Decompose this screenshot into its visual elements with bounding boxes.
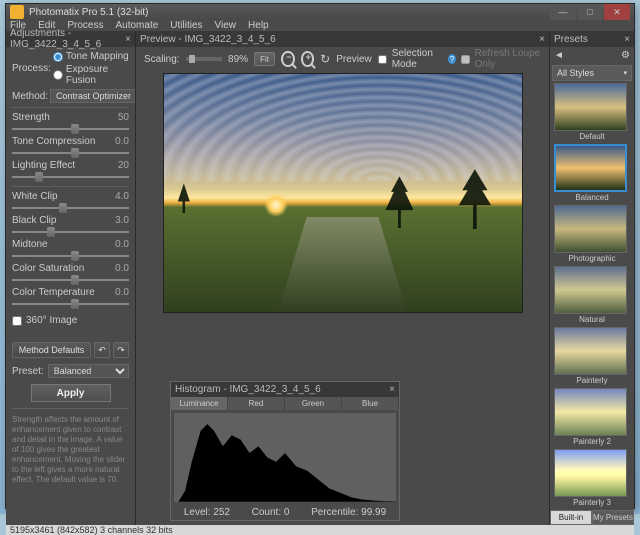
slider-color-temperature: Color Temperature0.0 bbox=[12, 287, 129, 309]
preview-title: Preview - IMG_3422_3_4_5_6 bbox=[140, 34, 276, 45]
preset-balanced[interactable]: Balanced bbox=[554, 144, 630, 202]
slider-black-clip: Black Clip3.0 bbox=[12, 215, 129, 237]
histogram-tab-green[interactable]: Green bbox=[285, 397, 342, 411]
maximize-button[interactable]: □ bbox=[577, 4, 603, 20]
status-bar: 5195x3461 (842x582) 3 channels 32 bits bbox=[6, 525, 634, 535]
close-icon[interactable]: × bbox=[539, 34, 545, 45]
app-icon bbox=[10, 5, 24, 19]
scaling-label: Scaling: bbox=[144, 54, 180, 65]
menu-help[interactable]: Help bbox=[248, 20, 269, 31]
method-defaults-button[interactable]: Method Defaults bbox=[12, 342, 91, 358]
image360-checkbox[interactable] bbox=[12, 316, 22, 326]
selection-mode-checkbox[interactable] bbox=[378, 55, 387, 64]
slider-track[interactable] bbox=[12, 148, 129, 158]
preset-photographic[interactable]: Photographic bbox=[554, 205, 630, 263]
main-window: Photomatix Pro 5.1 (32-bit) — □ ✕ FileEd… bbox=[5, 3, 635, 509]
slider-track[interactable] bbox=[12, 275, 129, 285]
histogram-panel: Histogram - IMG_3422_3_4_5_6 × Luminance… bbox=[170, 381, 400, 521]
preset-select[interactable]: Balanced bbox=[48, 364, 129, 378]
app-title: Photomatix Pro 5.1 (32-bit) bbox=[29, 7, 149, 18]
preset-category-select[interactable]: All Styles bbox=[552, 65, 632, 81]
help-text: Strength affects the amount of enhanceme… bbox=[12, 415, 129, 485]
slider-track[interactable] bbox=[12, 227, 129, 237]
slider-track[interactable] bbox=[12, 299, 129, 309]
title-bar[interactable]: Photomatix Pro 5.1 (32-bit) — □ ✕ bbox=[6, 4, 634, 20]
histogram-level: Level: 252 bbox=[184, 507, 230, 518]
slider-track[interactable] bbox=[12, 251, 129, 261]
method-select[interactable]: Contrast Optimizer bbox=[50, 89, 135, 103]
preset-tab-my-presets[interactable]: My Presets bbox=[592, 510, 634, 525]
slider-track[interactable] bbox=[12, 203, 129, 213]
back-icon[interactable]: ◄ bbox=[554, 50, 564, 61]
redo-button[interactable]: ↷ bbox=[113, 342, 129, 358]
scaling-slider[interactable] bbox=[186, 57, 222, 61]
preview-toggle-label: Preview bbox=[336, 54, 372, 65]
preset-tab-built-in[interactable]: Built-in bbox=[550, 510, 592, 525]
preset-painterly2[interactable]: Painterly 2 bbox=[554, 388, 630, 446]
refresh-loupe-label: Refresh Loupe Only bbox=[475, 48, 541, 70]
histogram-count: Count: 0 bbox=[252, 507, 290, 518]
histogram-title: Histogram - IMG_3422_3_4_5_6 bbox=[175, 384, 321, 395]
slider-tone-compression: Tone Compression0.0 bbox=[12, 136, 129, 158]
slider-color-saturation: Color Saturation0.0 bbox=[12, 263, 129, 285]
method-label: Method: bbox=[12, 91, 50, 102]
preset-painterly3[interactable]: Painterly 3 bbox=[554, 449, 630, 507]
histogram-graph bbox=[174, 413, 396, 502]
preset-natural[interactable]: Natural bbox=[554, 266, 630, 324]
gear-icon[interactable]: ⚙ bbox=[621, 50, 630, 61]
close-button[interactable]: ✕ bbox=[604, 4, 630, 20]
fit-button[interactable]: Fit bbox=[254, 52, 275, 66]
zoom-in-icon[interactable]: + bbox=[301, 51, 315, 67]
preset-label: Preset: bbox=[12, 366, 44, 377]
preview-panel: Preview - IMG_3422_3_4_5_6 × Scaling: 89… bbox=[136, 31, 549, 525]
adjustments-panel: Adjustments - IMG_3422_3_4_5_6 × Process… bbox=[6, 31, 136, 525]
refresh-loupe-checkbox bbox=[461, 55, 470, 64]
scaling-value: 89% bbox=[228, 54, 248, 65]
histogram-tab-blue[interactable]: Blue bbox=[342, 397, 399, 411]
slider-strength: Strength50 bbox=[12, 112, 129, 134]
histogram-tab-red[interactable]: Red bbox=[228, 397, 285, 411]
slider-lighting-effect: Lighting Effect20 bbox=[12, 160, 129, 182]
slider-midtone: Midtone0.0 bbox=[12, 239, 129, 261]
menu-view[interactable]: View bbox=[215, 20, 237, 31]
histogram-header[interactable]: Histogram - IMG_3422_3_4_5_6 × bbox=[171, 382, 399, 397]
slider-white-clip: White Clip4.0 bbox=[12, 191, 129, 213]
apply-button[interactable]: Apply bbox=[31, 384, 111, 402]
process-radio-0[interactable]: Tone Mapping bbox=[53, 51, 129, 62]
histogram-percentile: Percentile: 99.99 bbox=[311, 507, 386, 518]
process-radio-1[interactable]: Exposure Fusion bbox=[53, 64, 129, 86]
close-icon[interactable]: × bbox=[125, 34, 131, 45]
close-icon[interactable]: × bbox=[389, 384, 395, 395]
refresh-icon[interactable]: ↻ bbox=[320, 52, 330, 66]
adjustments-header[interactable]: Adjustments - IMG_3422_3_4_5_6 × bbox=[6, 31, 135, 47]
preset-painterly[interactable]: Painterly bbox=[554, 327, 630, 385]
undo-button[interactable]: ↶ bbox=[94, 342, 110, 358]
histogram-tab-luminance[interactable]: Luminance bbox=[171, 397, 228, 411]
preset-default[interactable]: Default bbox=[554, 83, 630, 141]
presets-header[interactable]: Presets × bbox=[550, 31, 634, 47]
presets-panel: Presets × ◄ ⚙ All Styles DefaultBalanced… bbox=[549, 31, 634, 525]
preview-image[interactable] bbox=[163, 73, 523, 313]
slider-track[interactable] bbox=[12, 172, 129, 182]
minimize-button[interactable]: — bbox=[550, 4, 576, 20]
image360-label: 360° Image bbox=[26, 315, 77, 326]
process-label: Process: bbox=[12, 63, 51, 74]
menu-utilities[interactable]: Utilities bbox=[170, 20, 202, 31]
slider-track[interactable] bbox=[12, 124, 129, 134]
preview-header[interactable]: Preview - IMG_3422_3_4_5_6 × bbox=[136, 31, 549, 47]
zoom-out-icon[interactable]: − bbox=[281, 51, 295, 67]
close-icon[interactable]: × bbox=[624, 34, 630, 45]
selection-mode-label: Selection Mode bbox=[392, 48, 443, 70]
help-icon[interactable]: ? bbox=[448, 54, 455, 64]
presets-title: Presets bbox=[554, 34, 588, 45]
